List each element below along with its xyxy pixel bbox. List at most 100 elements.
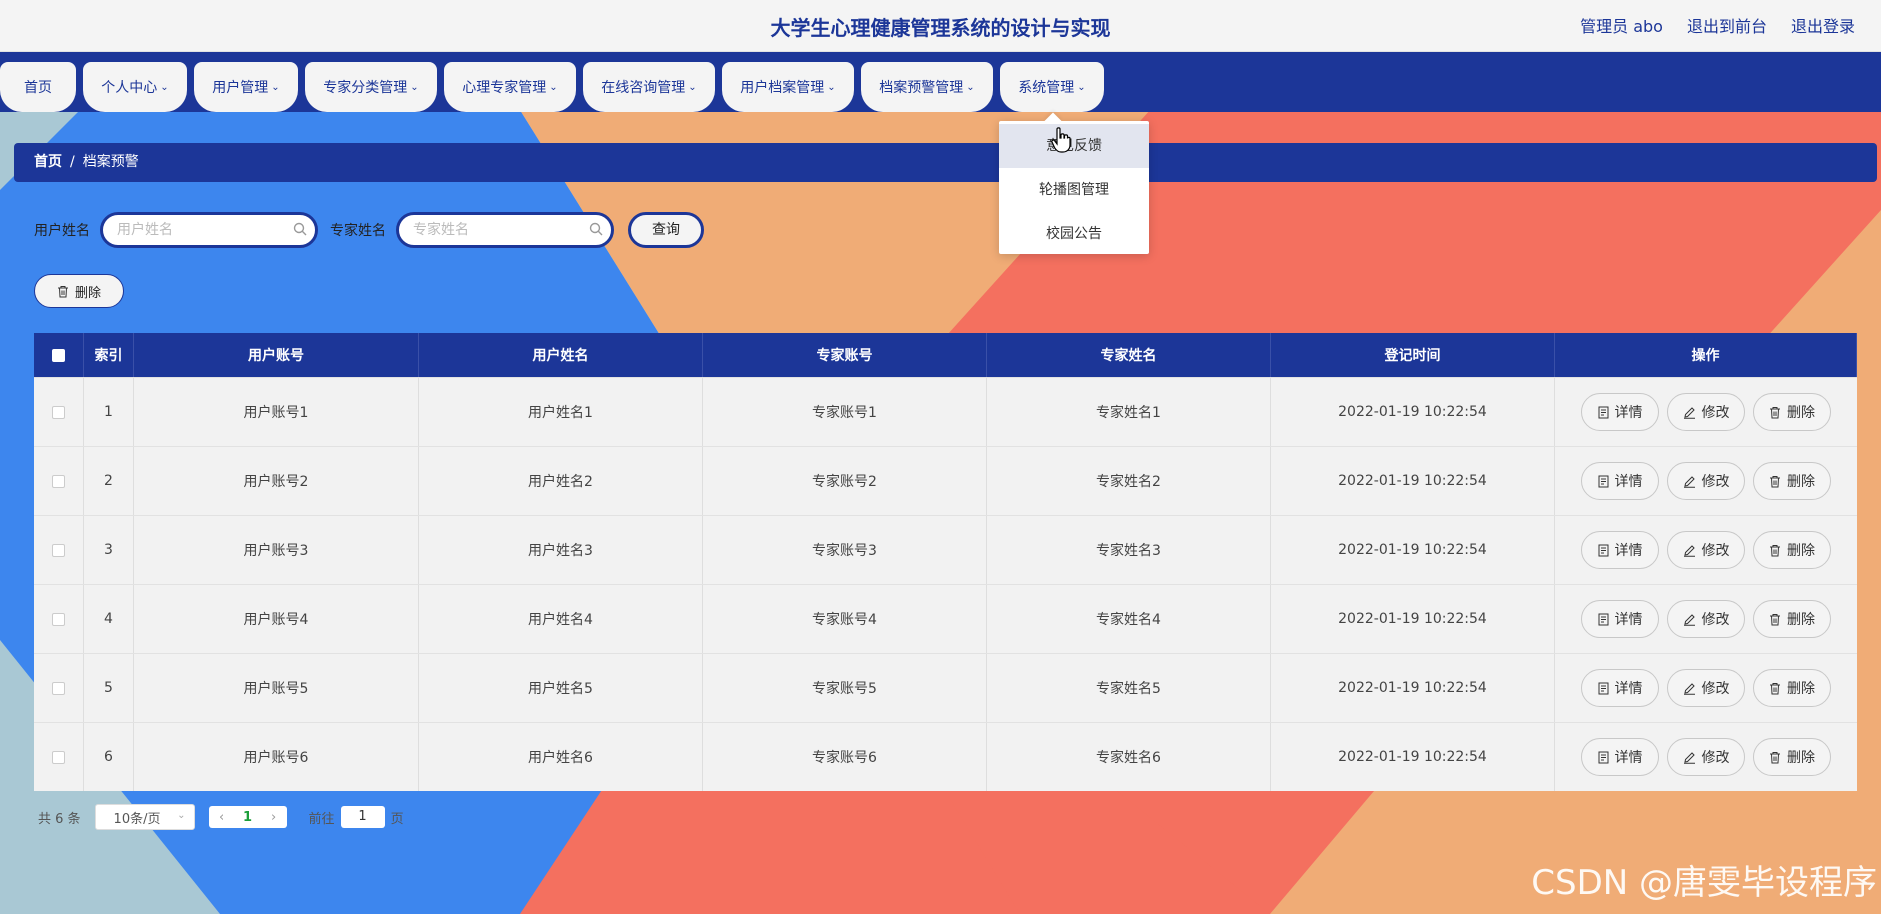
exit-to-front-link[interactable]: 退出到前台 [1687, 13, 1767, 37]
detail-button[interactable]: 详情 [1581, 600, 1659, 638]
menu-item-feedback[interactable]: 意见反馈 [999, 124, 1149, 168]
trash-icon [57, 285, 68, 297]
cell-expert-account: 专家账号3 [703, 516, 987, 584]
system-management-dropdown: 意见反馈 轮播图管理 校园公告 [999, 112, 1149, 256]
tab-personal-center[interactable]: 个人中心 ⌄ [83, 62, 187, 112]
edit-button[interactable]: 修改 [1667, 600, 1745, 638]
cell-actions: 详情 修改 删除 [1555, 378, 1857, 446]
prev-page-icon[interactable]: ‹ [209, 810, 235, 825]
cell-expert-name: 专家姓名1 [987, 378, 1271, 446]
tab-expert-category[interactable]: 专家分类管理 ⌄ [305, 62, 437, 112]
trash-icon [1770, 544, 1780, 556]
row-select-cell [34, 585, 84, 653]
edit-button[interactable]: 修改 [1667, 531, 1745, 569]
current-page[interactable]: 1 [235, 810, 261, 825]
edit-button[interactable]: 修改 [1667, 393, 1745, 431]
tab-system-management[interactable]: 系统管理 ⌄ [1000, 62, 1104, 112]
col-expert-account: 专家账号 [703, 333, 987, 377]
cell-register-time: 2022-01-19 10:22:54 [1271, 585, 1555, 653]
select-all-cell [34, 333, 84, 377]
admin-user-link[interactable]: 管理员 abo [1580, 13, 1663, 37]
cell-index: 4 [84, 585, 134, 653]
table-row: 4 用户账号4 用户姓名4 专家账号4 专家姓名4 2022-01-19 10:22:54… [34, 584, 1857, 653]
user-name-input[interactable]: 用户姓名 [100, 212, 318, 248]
cell-actions: 详情 修改 删除 [1555, 585, 1857, 653]
edit-icon [1683, 613, 1695, 626]
trash-icon [1770, 475, 1780, 487]
cell-user-account: 用户账号4 [134, 585, 419, 653]
col-index: 索引 [84, 333, 134, 377]
cell-user-account: 用户账号5 [134, 654, 419, 722]
document-icon [1598, 751, 1608, 763]
col-register-time: 登记时间 [1271, 333, 1555, 377]
cell-index: 6 [84, 723, 134, 791]
delete-button[interactable]: 删除 [1753, 462, 1831, 500]
detail-button[interactable]: 详情 [1581, 462, 1659, 500]
edit-button[interactable]: 修改 [1667, 462, 1745, 500]
cell-register-time: 2022-01-19 10:22:54 [1271, 654, 1555, 722]
watermark: CSDN @唐雯毕设程序 [1531, 863, 1877, 903]
tab-online-consult[interactable]: 在线咨询管理 ⌄ [583, 62, 715, 112]
delete-button[interactable]: 删除 [1753, 531, 1831, 569]
search-bar: 用户姓名 用户姓名 专家姓名 专家姓名 查询 [34, 212, 704, 248]
menu-item-carousel[interactable]: 轮播图管理 [999, 168, 1149, 212]
expert-name-input[interactable]: 专家姓名 [396, 212, 614, 248]
row-checkbox[interactable] [52, 405, 65, 419]
breadcrumb-home[interactable]: 首页 [34, 154, 62, 170]
edit-label: 修改 [1701, 543, 1730, 559]
edit-button[interactable]: 修改 [1667, 669, 1745, 707]
next-page-icon[interactable]: › [261, 810, 287, 825]
edit-label: 修改 [1701, 474, 1730, 490]
row-checkbox[interactable] [52, 612, 65, 626]
delete-button[interactable]: 删除 [1753, 738, 1831, 776]
cell-expert-name: 专家姓名4 [987, 585, 1271, 653]
tab-archive-warning[interactable]: 档案预警管理 ⌄ [861, 62, 993, 112]
chevron-down-icon: ⌄ [966, 81, 975, 93]
detail-button[interactable]: 详情 [1581, 738, 1659, 776]
document-icon [1598, 682, 1608, 694]
row-checkbox[interactable] [52, 750, 65, 764]
cell-register-time: 2022-01-19 10:22:54 [1271, 378, 1555, 446]
col-user-name: 用户姓名 [419, 333, 703, 377]
edit-icon [1683, 406, 1695, 419]
detail-button[interactable]: 详情 [1581, 531, 1659, 569]
logout-link[interactable]: 退出登录 [1791, 13, 1855, 37]
tab-user-archive[interactable]: 用户档案管理 ⌄ [722, 62, 854, 112]
row-checkbox[interactable] [52, 474, 65, 488]
cell-expert-name: 专家姓名3 [987, 516, 1271, 584]
header-links: 管理员 abo 退出到前台 退出登录 [1580, 13, 1855, 37]
document-icon [1598, 613, 1608, 625]
delete-button[interactable]: 删除 [1753, 669, 1831, 707]
cell-index: 2 [84, 447, 134, 515]
page-size-select[interactable]: 10条/页 ⌄ [94, 804, 195, 830]
detail-button[interactable]: 详情 [1581, 669, 1659, 707]
detail-label: 详情 [1614, 405, 1643, 421]
goto-page-input[interactable]: 1 [340, 806, 385, 828]
document-icon [1598, 475, 1608, 487]
chevron-down-icon: ⌄ [177, 810, 186, 821]
edit-button[interactable]: 修改 [1667, 738, 1745, 776]
tab-user-management[interactable]: 用户管理 ⌄ [194, 62, 298, 112]
cell-expert-name: 专家姓名2 [987, 447, 1271, 515]
edit-label: 修改 [1701, 750, 1730, 766]
total-count: 共 6 条 [38, 811, 81, 827]
breadcrumb: 首页 / 档案预警 [14, 143, 1877, 182]
edit-icon [1683, 751, 1695, 764]
detail-label: 详情 [1614, 612, 1643, 628]
row-checkbox[interactable] [52, 681, 65, 695]
delete-button[interactable]: 删除 [1753, 393, 1831, 431]
delete-button[interactable]: 删除 [1753, 600, 1831, 638]
breadcrumb-separator: / [70, 154, 75, 170]
cell-index: 3 [84, 516, 134, 584]
tab-psych-expert[interactable]: 心理专家管理 ⌄ [444, 62, 576, 112]
tab-home[interactable]: 首页 [0, 62, 76, 112]
detail-button[interactable]: 详情 [1581, 393, 1659, 431]
select-all-checkbox[interactable] [52, 348, 65, 362]
menu-item-announcement[interactable]: 校园公告 [999, 212, 1149, 256]
delete-label: 删除 [1787, 405, 1815, 421]
goto-label: 前往 [308, 811, 335, 827]
cell-user-name: 用户姓名6 [419, 723, 703, 791]
query-button[interactable]: 查询 [628, 212, 704, 248]
batch-delete-button[interactable]: 删除 [34, 274, 124, 308]
row-checkbox[interactable] [52, 543, 65, 557]
